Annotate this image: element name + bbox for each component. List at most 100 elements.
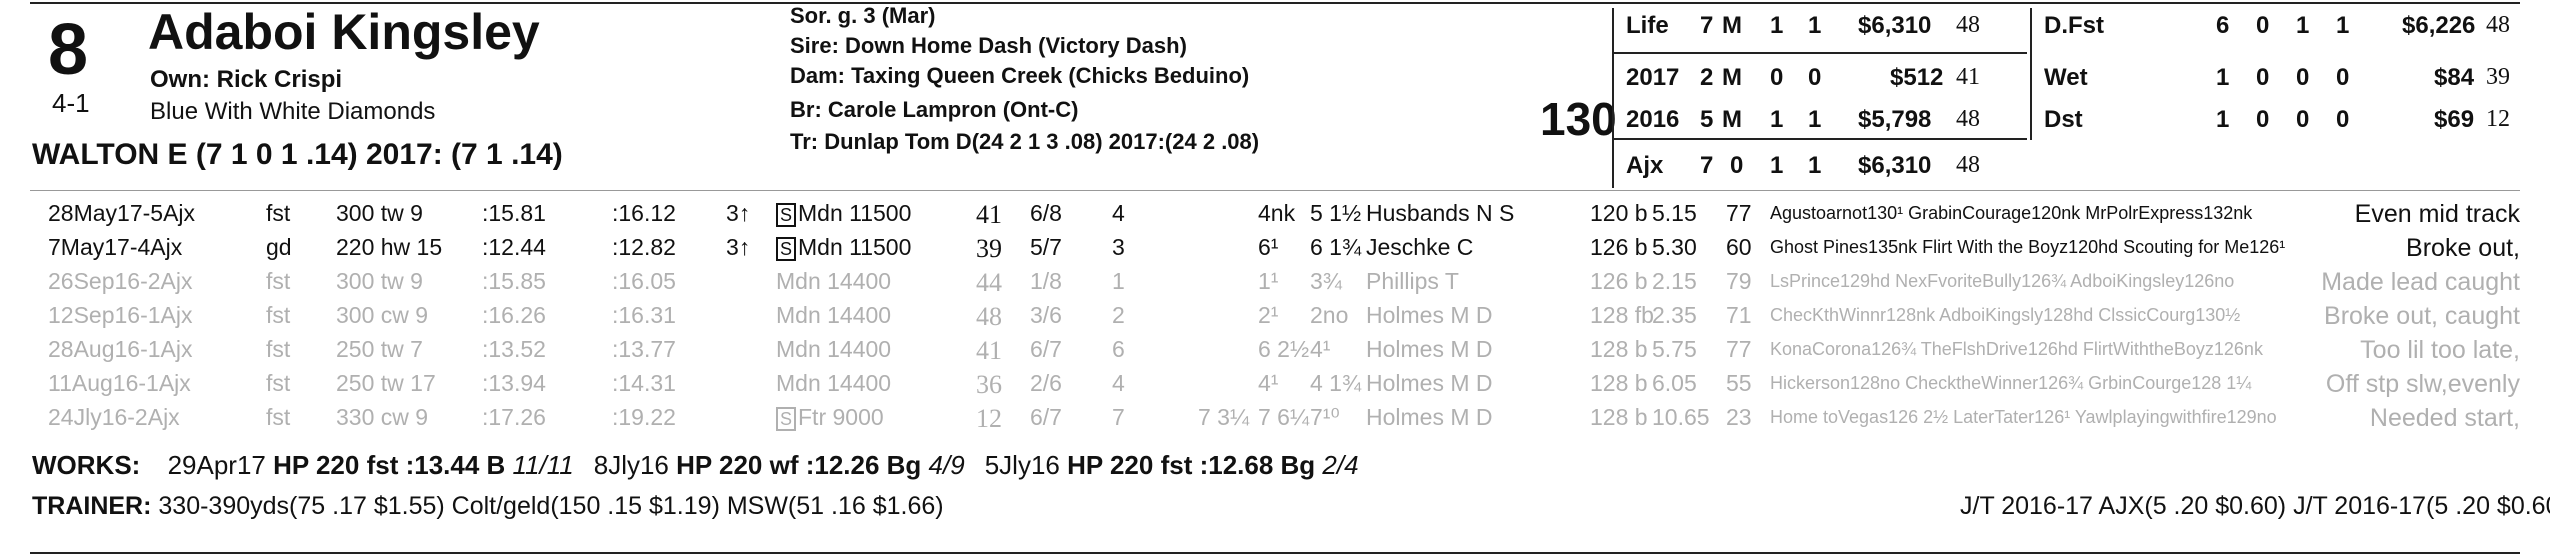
race-jockey: Holmes M D — [1366, 404, 1493, 430]
state-bred-box: S — [776, 407, 796, 431]
race-class: Mdn 14400 — [776, 268, 892, 294]
post-position-field: 6/8 — [1030, 200, 1062, 226]
start-position: 7 — [1112, 404, 1125, 430]
finish-position: 5 1½ — [1310, 200, 1362, 226]
fraction-time: :15.85 — [482, 268, 546, 294]
stretch-position: 4nk — [1258, 200, 1296, 226]
morning-line-odds: 4-1 — [52, 88, 90, 118]
post-position-field: 2/6 — [1030, 370, 1062, 396]
sire: Sire: Down Home Dash (Victory Dash) — [790, 33, 1187, 58]
final-time: :16.12 — [612, 200, 676, 226]
race-jockey: Holmes M D — [1366, 370, 1493, 396]
race-class-text: Mdn 11500 — [798, 234, 912, 260]
distance: 220 hw 15 — [336, 234, 443, 260]
track-condition: fst — [266, 302, 291, 328]
top-finishers: Home toVegas126 2½ LaterTater126¹ Yawlpl… — [1770, 407, 2277, 427]
trainer-label: TRAINER: — [32, 492, 152, 520]
race-date: 12Sep16-1Ajx — [48, 302, 193, 328]
race-date: 7May17-4Ajx — [48, 234, 183, 260]
race-jockey: Husbands N S — [1366, 200, 1515, 226]
start-position: 4 — [1112, 370, 1125, 396]
finish-position: 7¹⁰ — [1310, 404, 1340, 430]
trip-comment: Even mid track — [2354, 200, 2520, 228]
race-class: Mdn 14400 — [776, 302, 892, 328]
race-figure: 60 — [1726, 234, 1752, 260]
stats-underline-2 — [1612, 138, 2027, 140]
distance: 300 cw 9 — [336, 302, 429, 328]
race-class: S Mdn 11500 — [776, 234, 911, 261]
race-figure: 77 — [1726, 200, 1752, 226]
horse-name: Adaboi Kingsley — [148, 4, 540, 60]
race-line: 12Sep16-1Ajx fst 300 cw 9:16.26:16.31 Mdn 1… — [30, 302, 2520, 331]
bottom-rule — [30, 552, 2520, 554]
top-finishers: Agustoarnot130¹ GrabinCourage120nk MrPol… — [1770, 203, 2253, 223]
workout-entry: 8Jly16 HP 220 wf :12.26 Bg 4/9 — [593, 450, 965, 480]
finish-position: 6 1¾ — [1310, 234, 1362, 260]
weight: 126 b — [1590, 234, 1648, 260]
silks: Blue With White Diamonds — [150, 98, 436, 125]
race-figure: 77 — [1726, 336, 1752, 362]
race-jockey: Holmes M D — [1366, 336, 1493, 362]
distance: 300 tw 9 — [336, 200, 423, 226]
race-figure: 71 — [1726, 302, 1752, 328]
race-class: S Ftr 9000 — [776, 404, 884, 431]
race-class: Mdn 14400 — [776, 336, 892, 362]
distance: 300 tw 9 — [336, 268, 423, 294]
stats-underline-1 — [1612, 52, 2027, 54]
start-position: 2 — [1112, 302, 1125, 328]
odds: 5.75 — [1652, 336, 1697, 362]
final-time: :12.82 — [612, 234, 676, 260]
start-position: 3 — [1112, 234, 1125, 260]
works-line: WORKS: 29Apr17 HP 220 fst :13.44 B 11/11… — [32, 450, 1359, 481]
trip-comment: Made lead caught — [2321, 268, 2520, 296]
race-date: 11Aug16-1Ajx — [48, 370, 191, 396]
trainer-stats-line: TRAINER: 330-390yds(75 .17 $1.55) Colt/g… — [32, 492, 944, 521]
track-condition: fst — [266, 336, 291, 362]
state-bred-box: S — [776, 237, 796, 261]
speed-figure: 41 — [976, 336, 1002, 365]
post-position-field: 6/7 — [1030, 404, 1062, 430]
track-condition: fst — [266, 370, 291, 396]
odds: 5.30 — [1652, 234, 1697, 260]
sex-age: Sor. g. 3 (Mar) — [790, 3, 936, 28]
stats-left-rule — [1612, 8, 1614, 188]
odds: 10.65 — [1652, 404, 1710, 430]
trip-comment: Too lil too late, — [2360, 336, 2520, 364]
race-line: 28Aug16-1Ajx fst 250 tw 7:13.52:13.77 Mdn 1… — [30, 336, 2520, 365]
race-jockey: Phillips T — [1366, 268, 1459, 294]
race-line: 11Aug16-1Ajx fst 250 tw 17:13.94:14.31 Mdn … — [30, 370, 2520, 399]
dam: Dam: Taxing Queen Creek (Chicks Beduino) — [790, 63, 1250, 88]
top-finishers: ChecKthWinnr128nk AdboiKingsly128hd Clss… — [1770, 305, 2241, 325]
works-label: WORKS: — [32, 450, 141, 480]
race-jockey: Jeschke C — [1366, 234, 1474, 260]
track-condition: fst — [266, 268, 291, 294]
finish-position: 4¹ — [1310, 336, 1331, 362]
age-restriction: 3↑ — [726, 234, 751, 260]
section-rule — [30, 190, 2520, 191]
race-date: 28May17-5Ajx — [48, 200, 196, 226]
post-position: 8 — [48, 10, 89, 90]
jockey-trainer-stats: J/T 2016-17 AJX(5 .20 $0.60) J/T 2016-17… — [1960, 492, 2550, 520]
speed-figure: 12 — [976, 404, 1002, 433]
trip-comment: Off stp slw,evenly — [2325, 370, 2520, 398]
weight: 128 b — [1590, 336, 1648, 362]
distance: 330 cw 9 — [336, 404, 429, 430]
odds: 6.05 — [1652, 370, 1697, 396]
start-position: 1 — [1112, 268, 1125, 294]
final-time: :16.05 — [612, 268, 676, 294]
stretch-position: 6¹ — [1258, 234, 1279, 260]
call-position: 7 3¼ — [1198, 404, 1250, 430]
distance: 250 tw 17 — [336, 370, 436, 396]
fraction-time: :17.26 — [482, 404, 546, 430]
speed-figure: 48 — [976, 302, 1002, 331]
race-line: 7May17-4Ajx gd 220 hw 15:12.44:12.82 3↑ S Mdn… — [30, 234, 2520, 263]
race-jockey: Holmes M D — [1366, 302, 1493, 328]
trip-comment: Broke out, — [2406, 234, 2520, 262]
fraction-time: :13.94 — [482, 370, 546, 396]
race-date: 26Sep16-2Ajx — [48, 268, 193, 294]
odds: 2.15 — [1652, 268, 1697, 294]
start-position: 4 — [1112, 200, 1125, 226]
speed-rating: 130 — [1540, 93, 1617, 145]
post-position-field: 5/7 — [1030, 234, 1062, 260]
track-condition: fst — [266, 200, 291, 226]
